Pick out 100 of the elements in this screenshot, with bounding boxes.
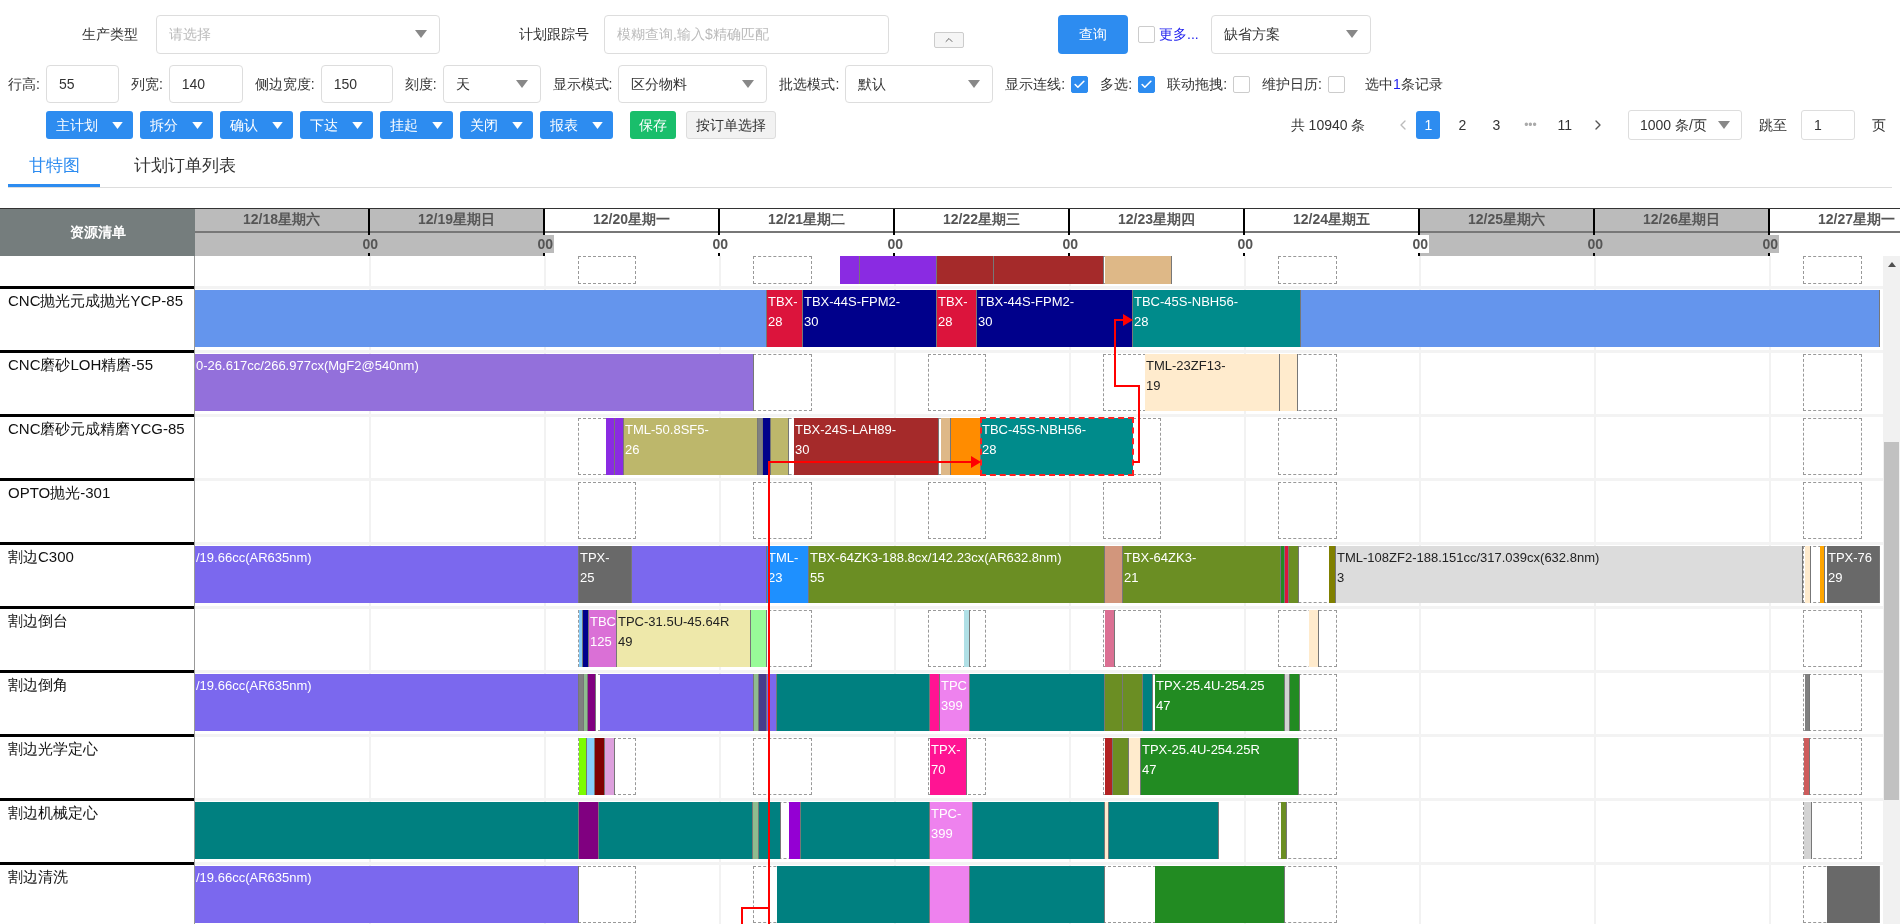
- tab[interactable]: 甘特图: [8, 147, 100, 187]
- task-bar[interactable]: TBX-44S-FPM2- 30: [977, 290, 1133, 347]
- scroll-up-icon[interactable]: [1887, 262, 1896, 267]
- task-bar[interactable]: [754, 674, 759, 731]
- task-bar[interactable]: TPX- 70: [930, 738, 967, 795]
- task-bar[interactable]: 0-26.617cc/266.977cx(MgF2@540nm): [195, 354, 754, 411]
- task-bar[interactable]: [771, 418, 789, 475]
- action-dropdown-button[interactable]: 挂起: [380, 111, 453, 139]
- task-bar[interactable]: [587, 738, 595, 795]
- setting-input[interactable]: 150: [320, 65, 393, 103]
- setting-checkbox[interactable]: [1327, 75, 1345, 93]
- task-bar[interactable]: [579, 738, 587, 795]
- task-bar[interactable]: TBC 125: [589, 610, 617, 667]
- task-bar[interactable]: TPX-25.4U-254.25 47: [1155, 674, 1285, 731]
- action-dropdown-button[interactable]: 确认: [220, 111, 293, 139]
- task-bar[interactable]: TBC-45S-NBH56- 28: [1133, 290, 1301, 347]
- task-bar[interactable]: TML-23ZF13- 19: [1145, 354, 1280, 411]
- task-bar[interactable]: /19.66cc(AR635nm): [195, 674, 579, 731]
- task-bar[interactable]: TPC- 399: [930, 802, 973, 859]
- setting-checkbox[interactable]: [1233, 75, 1250, 93]
- task-bar[interactable]: TPX-25.4U-254.25R 47: [1141, 738, 1299, 795]
- action-dropdown-button[interactable]: 关闭: [460, 111, 533, 139]
- order-select-button[interactable]: 按订单选择: [686, 111, 776, 139]
- total-count-text: 共 10940 条: [1290, 115, 1366, 135]
- tab[interactable]: 计划订单列表: [130, 147, 240, 187]
- caret-icon: [432, 121, 443, 129]
- setting-select[interactable]: 区分物料: [618, 65, 768, 103]
- query-button[interactable]: 查询: [1058, 14, 1128, 54]
- task-bar[interactable]: TBX-24S-LAH89- 30: [794, 418, 939, 475]
- task-bar[interactable]: TBC-45S-NBH56- 28: [981, 418, 1133, 475]
- page-ellipsis[interactable]: •••: [1513, 116, 1548, 134]
- hour-tick-label: 00: [536, 234, 554, 253]
- task-bar[interactable]: [763, 418, 771, 475]
- task-bar[interactable]: [930, 866, 970, 923]
- task-bar[interactable]: TPC 399: [940, 674, 970, 731]
- task-bar[interactable]: [588, 674, 596, 731]
- task-bar[interactable]: [1309, 610, 1319, 667]
- task-bar[interactable]: [1285, 674, 1290, 731]
- setting-checkbox[interactable]: [1071, 75, 1089, 93]
- page-button[interactable]: 2: [1450, 111, 1475, 139]
- hour-tick-label: 00: [1586, 234, 1604, 253]
- action-dropdown-button[interactable]: 拆分: [140, 111, 213, 139]
- more-checkbox[interactable]: [1138, 25, 1155, 43]
- setting-input[interactable]: 55: [45, 65, 119, 103]
- task-bar[interactable]: TPX- 25: [579, 546, 632, 603]
- task-bar[interactable]: TBX- 28: [767, 290, 803, 347]
- page-button[interactable]: 3: [1484, 111, 1509, 139]
- task-bar[interactable]: [941, 418, 951, 475]
- task-bar[interactable]: [595, 738, 605, 795]
- save-button[interactable]: 保存: [630, 111, 676, 139]
- action-dropdown-button[interactable]: 主计划: [46, 111, 133, 139]
- task-bar[interactable]: TPC-31.5U-45.64R 49: [617, 610, 751, 667]
- scheme-select[interactable]: 缺省方案: [1210, 14, 1371, 54]
- task-bar[interactable]: [753, 802, 759, 859]
- hour-tick-label: 00: [886, 234, 904, 253]
- vertical-scrollbar[interactable]: [1883, 256, 1900, 924]
- page-button[interactable]: 1: [1416, 111, 1441, 139]
- action-dropdown-button[interactable]: 下达: [300, 111, 373, 139]
- task-bar[interactable]: [1804, 802, 1812, 859]
- task-bar[interactable]: [1820, 546, 1825, 603]
- task-bar[interactable]: [951, 418, 981, 475]
- task-bar[interactable]: [579, 802, 599, 859]
- more-link[interactable]: 更多...: [1159, 23, 1199, 45]
- setting-input[interactable]: 140: [168, 65, 243, 103]
- task-bar[interactable]: [584, 674, 588, 731]
- task-bar[interactable]: [1129, 738, 1141, 795]
- task-bar[interactable]: /19.66cc(AR635nm): [195, 866, 579, 923]
- action-dropdown-button[interactable]: 报表: [540, 111, 613, 139]
- tracking-number-field[interactable]: 模糊查询,输入$精确匹配: [604, 14, 889, 54]
- task-bar[interactable]: [1280, 354, 1298, 411]
- task-bar[interactable]: TML-108ZF2-188.151cc/317.039cx(632.8nm) 3: [1336, 546, 1803, 603]
- task-bar[interactable]: [1105, 546, 1123, 603]
- page-button[interactable]: 11: [1552, 111, 1577, 139]
- setting-select[interactable]: 天: [442, 65, 541, 103]
- caret-icon: [352, 121, 363, 129]
- page-size-select[interactable]: 1000 条/页: [1628, 110, 1742, 140]
- task-bar[interactable]: [1105, 802, 1109, 859]
- task-bar[interactable]: TBX-64ZK3- 21: [1123, 546, 1281, 603]
- task-bar[interactable]: [605, 738, 615, 795]
- task-bar[interactable]: /19.66cc(AR635nm): [195, 546, 579, 603]
- setting-checkbox[interactable]: [1138, 75, 1156, 93]
- task-bar[interactable]: [751, 610, 767, 667]
- setting-select[interactable]: 默认: [845, 65, 994, 103]
- date-header-cell: 12/23星期四: [1070, 209, 1243, 233]
- task-bar[interactable]: TPX-76 29: [1827, 546, 1880, 603]
- jump-page-field[interactable]: 1: [1801, 110, 1855, 140]
- capacity-slot: [578, 256, 636, 284]
- task-bar[interactable]: [579, 610, 583, 667]
- resource-name: 割边C300: [8, 548, 74, 565]
- task-bar[interactable]: TBX- 28: [937, 290, 977, 347]
- task-bar[interactable]: TBX-64ZK3-188.8cx/142.23cx(AR632.8nm) 55: [809, 546, 1105, 603]
- collapse-button[interactable]: [934, 32, 964, 48]
- scrollbar-thumb[interactable]: [1884, 442, 1899, 800]
- task-bar[interactable]: [964, 610, 970, 667]
- task-bar[interactable]: TBX-44S-FPM2- 30: [803, 290, 937, 347]
- task-bar[interactable]: [583, 610, 589, 667]
- task-bar[interactable]: [759, 674, 767, 731]
- hour-tick-label: 00: [361, 234, 379, 253]
- task-bar[interactable]: [1805, 546, 1811, 603]
- setting-label: 批选模式:: [779, 74, 840, 94]
